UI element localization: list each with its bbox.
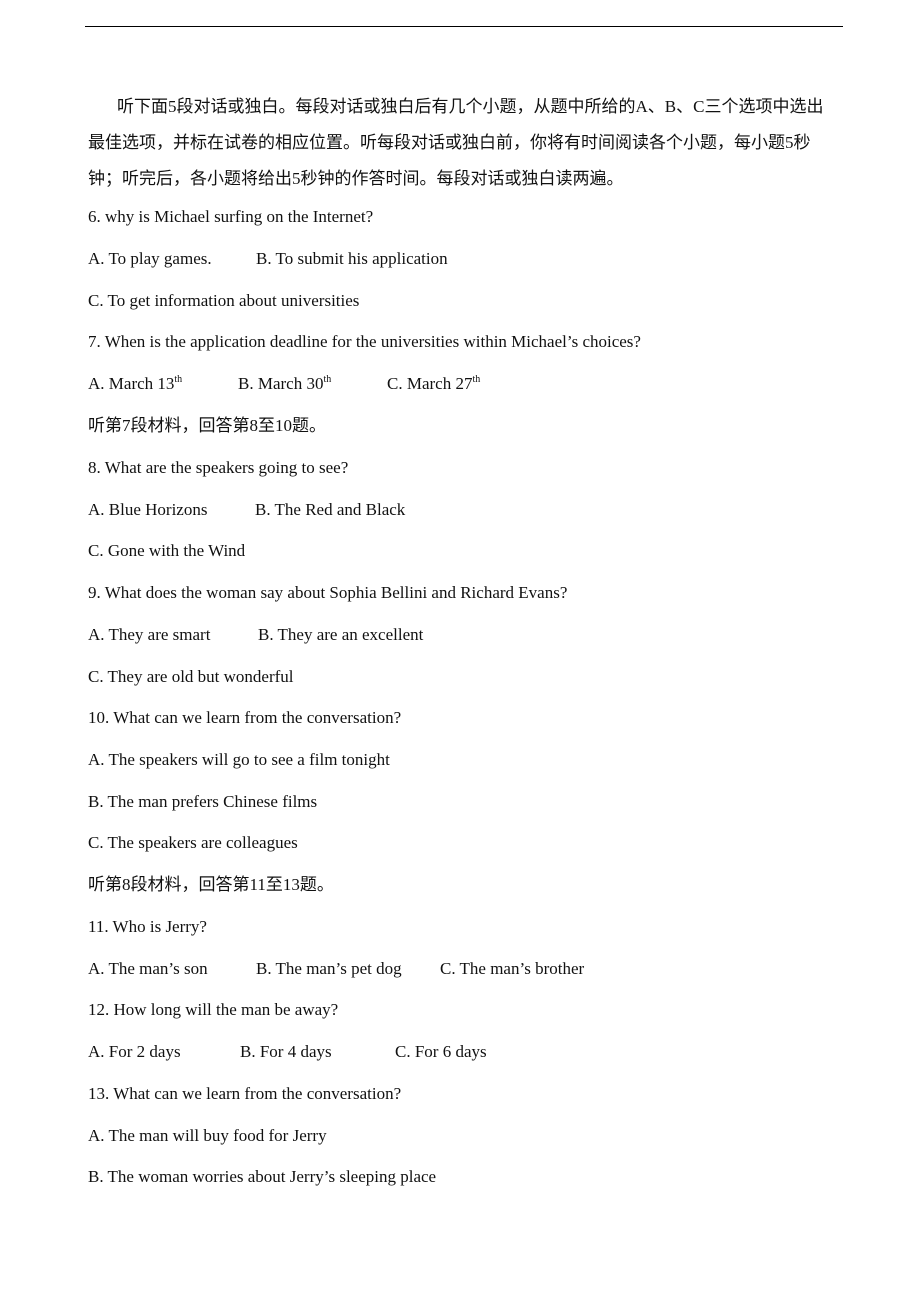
option-6c: C. To get information about universities: [88, 291, 360, 310]
option-7a-text: A. March 13: [88, 374, 175, 393]
option-7c-text: C. March 27: [387, 374, 473, 393]
option-10c: C. The speakers are colleagues: [88, 833, 298, 852]
option-7a-suffix: th: [174, 374, 183, 385]
option-13a: A. The man will buy food for Jerry: [88, 1126, 327, 1145]
question-9: 9. What does the woman say about Sophia …: [88, 583, 568, 602]
question-7-options: A. March 13th B. March 30th C. March 27th: [88, 374, 480, 394]
option-8b: B. The Red and Black: [255, 500, 406, 519]
question-13: 13. What can we learn from the conversat…: [88, 1084, 402, 1103]
option-11b: B. The man’s pet dog: [256, 959, 402, 978]
option-7a: A. March 13th: [88, 374, 238, 394]
header-rule: [85, 26, 843, 27]
option-12a: A. For 2 days: [88, 1042, 181, 1061]
option-8a: A. Blue Horizons: [88, 500, 208, 519]
option-11c: C. The man’s brother: [440, 959, 585, 978]
question-12-options: A. For 2 days B. For 4 days C. For 6 days: [88, 1042, 487, 1062]
option-9b: B. They are an excellent: [258, 625, 424, 644]
question-6: 6. why is Michael surfing on the Interne…: [88, 207, 374, 226]
option-6b: B. To submit his application: [256, 249, 448, 268]
option-10a: A. The speakers will go to see a film to…: [88, 750, 390, 769]
question-8-options-ab: A. Blue Horizons B. The Red and Black: [88, 500, 405, 520]
option-7b-text: B. March 30: [238, 374, 324, 393]
question-9-options-ab: A. They are smart B. They are an excellen…: [88, 625, 423, 645]
option-13b: B. The woman worries about Jerry’s sleep…: [88, 1167, 437, 1186]
question-6-options-ab: A. To play games. B. To submit his applic…: [88, 249, 448, 269]
option-7c: C. March 27th: [387, 374, 480, 394]
question-11-options: A. The man’s son B. The man’s pet dog C. T…: [88, 959, 584, 979]
question-10: 10. What can we learn from the conversat…: [88, 708, 402, 727]
option-7b: B. March 30th: [238, 374, 387, 394]
option-7b-suffix: th: [323, 374, 332, 385]
question-8: 8. What are the speakers going to see?: [88, 458, 349, 477]
option-9a: A. They are smart: [88, 625, 211, 644]
option-9c: C. They are old but wonderful: [88, 667, 294, 686]
option-7c-suffix: th: [472, 374, 481, 385]
question-11: 11. Who is Jerry?: [88, 917, 207, 936]
option-12c: C. For 6 days: [395, 1042, 487, 1061]
option-12b: B. For 4 days: [240, 1042, 332, 1061]
option-6a: A. To play games.: [88, 249, 212, 268]
question-12: 12. How long will the man be away?: [88, 1000, 339, 1019]
option-10b: B. The man prefers Chinese films: [88, 792, 318, 811]
section-8-heading: 听第8段材料，回答第11至13题。: [88, 875, 334, 894]
question-7: 7. When is the application deadline for …: [88, 332, 641, 351]
section-7-heading: 听第7段材料，回答第8至10题。: [88, 416, 326, 435]
option-11a: A. The man’s son: [88, 959, 208, 978]
option-8c: C. Gone with the Wind: [88, 541, 246, 560]
section-instructions: 听下面5段对话或独白。每段对话或独白后有几个小题，从题中所给的A、B、C三个选项…: [88, 97, 824, 188]
